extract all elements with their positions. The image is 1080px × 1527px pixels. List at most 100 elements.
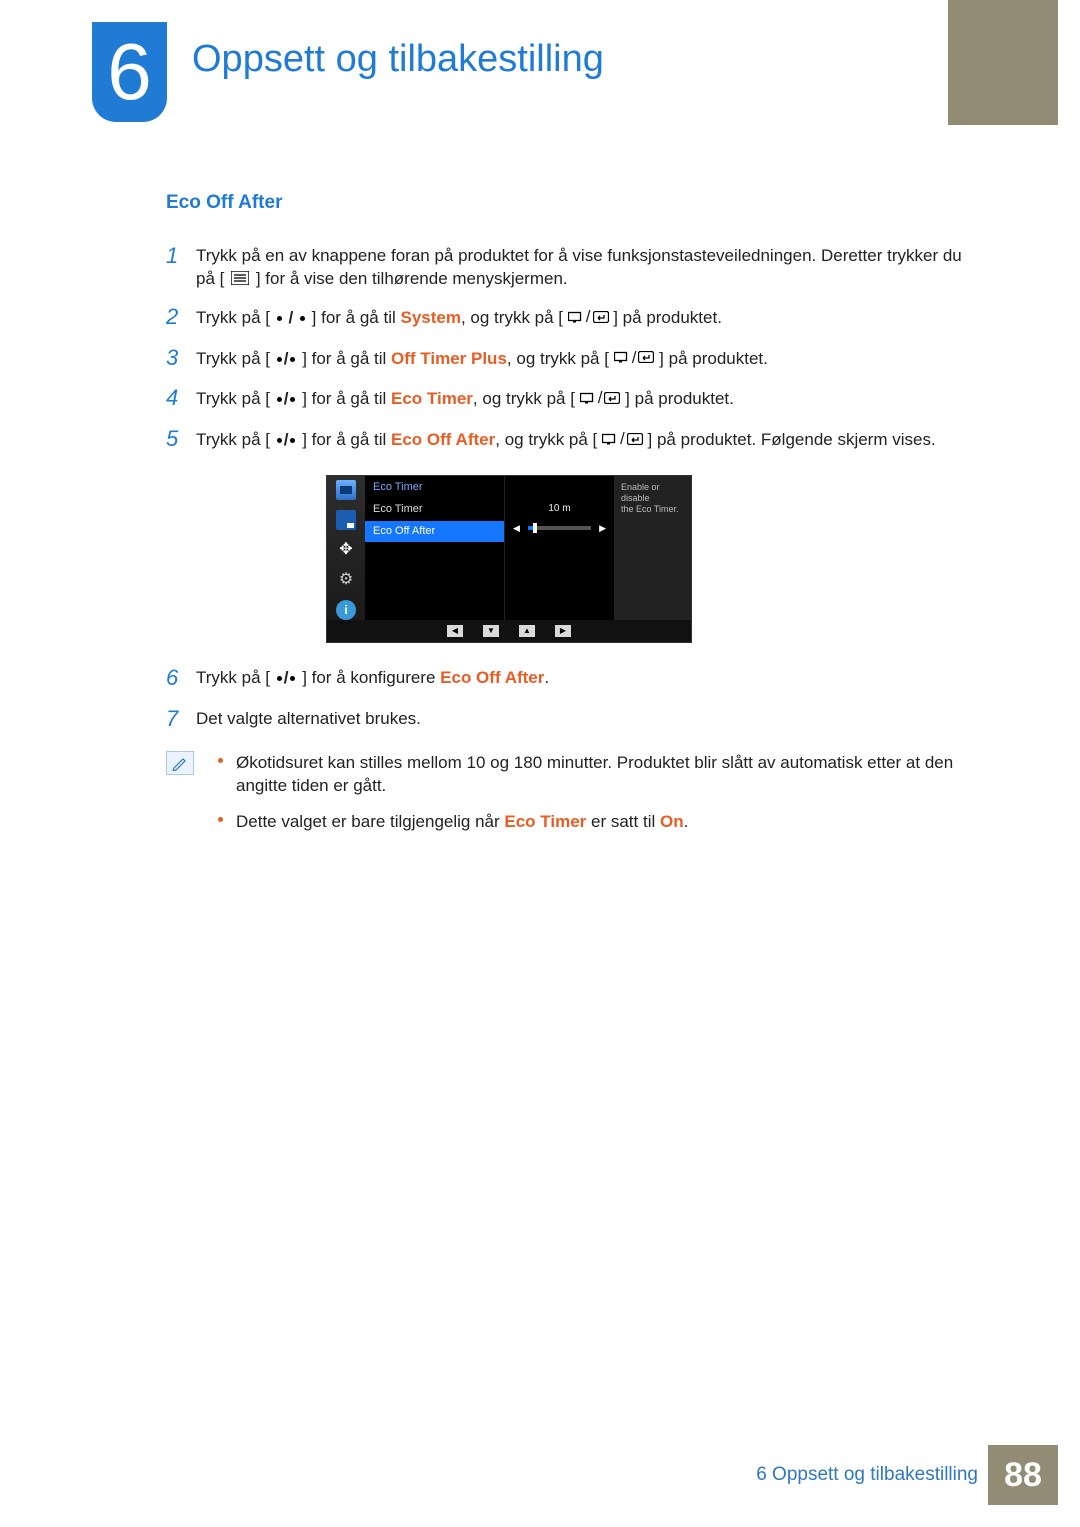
text-fragment: ] for å gå til: [312, 308, 401, 327]
step-1: 1 Trykk på en av knappene foran på produ…: [166, 241, 966, 292]
content-area: Eco Off After 1 Trykk på en av knappene …: [166, 190, 966, 846]
text-fragment: Dette valget er bare tilgjengelig når: [236, 812, 504, 831]
osd-info-icon: [336, 600, 356, 620]
text-fragment: Trykk på [: [196, 389, 275, 408]
highlight-term: System: [400, 308, 460, 327]
step-number: 3: [166, 343, 190, 374]
osd-value-column: 10 m ◀ ▶: [505, 476, 615, 620]
chapter-number: 6: [107, 26, 152, 118]
footer: 6 Oppsett og tilbakestilling 88: [756, 1445, 1058, 1505]
dot-icon: [300, 316, 305, 321]
highlight-term: Eco Off After: [391, 430, 495, 449]
osd-screenshot: Eco Timer Eco Timer Eco Off After 10 m ◀…: [326, 475, 966, 643]
dot-icon: [277, 316, 282, 321]
highlight-term: Eco Off After: [440, 668, 544, 687]
step-5: 5 Trykk på [ / ] for å gå til Eco Off Af…: [166, 424, 966, 455]
dot-icon: [277, 357, 282, 362]
step-text: Trykk på [ / ] for å gå til Eco Off Afte…: [196, 424, 966, 455]
text-fragment: er satt til: [586, 812, 660, 831]
step-text: Det valgte alternativet brukes.: [196, 704, 966, 735]
osd-nav-bar: ◀ ▼ ▲ ▶: [327, 620, 691, 642]
enter-source-icon: /: [614, 346, 655, 370]
step-text: Trykk på en av knappene foran på produkt…: [196, 241, 966, 292]
text-fragment: ] for å gå til: [302, 430, 391, 449]
enter-source-icon: /: [580, 386, 621, 410]
osd-sidebar: [327, 476, 365, 620]
text-fragment: ] for å gå til: [302, 348, 391, 367]
highlight-term: Eco Timer: [504, 812, 586, 831]
page: 6 Oppsett og tilbakestilling Eco Off Aft…: [0, 0, 1080, 1527]
osd-menu-column: Eco Timer Eco Timer Eco Off After: [365, 476, 505, 620]
text-fragment: ,: [473, 389, 482, 408]
text-fragment: Trykk på [: [196, 348, 275, 367]
text-fragment: Trykk på [: [196, 668, 275, 687]
osd-nav-right-icon: ▶: [555, 625, 571, 637]
osd-nav-down-icon: ▼: [483, 625, 499, 637]
step-4: 4 Trykk på [ / ] for å gå til Eco Timer,…: [166, 383, 966, 414]
dot-icon: [290, 397, 295, 402]
osd-breadcrumb: Eco Timer: [365, 476, 504, 499]
osd-slider: ◀ ▶: [511, 522, 608, 535]
text-fragment: og trykk på [: [470, 308, 563, 327]
highlight-term: Off Timer Plus: [391, 348, 507, 367]
osd-position-icon: [336, 540, 356, 560]
step-number: 4: [166, 383, 190, 414]
chapter-tab: 6: [92, 22, 167, 122]
step-2: 2 Trykk på [ / ] for å gå til System, og…: [166, 302, 966, 333]
osd-picture-icon: [336, 480, 356, 500]
dot-icon: [290, 438, 295, 443]
osd-right-arrow-icon: ▶: [597, 522, 608, 535]
text-fragment: ] på produktet.: [625, 389, 734, 408]
chapter-title: Oppsett og tilbakestilling: [192, 38, 604, 81]
steps-list-continued: 6 Trykk på [ / ] for å konfigurere Eco O…: [166, 663, 966, 735]
step-text: Trykk på [ / ] for å konfigurere Eco Off…: [196, 663, 966, 694]
osd-left-arrow-icon: ◀: [511, 522, 522, 535]
text-fragment: ,: [495, 430, 504, 449]
note-item: Dette valget er bare tilgjengelig når Ec…: [218, 810, 966, 834]
text-fragment: ] på produktet.: [659, 348, 768, 367]
osd-hint-line: the Eco Timer.: [621, 504, 685, 515]
step-text: Trykk på [ / ] for å gå til Off Timer Pl…: [196, 343, 966, 374]
step-number: 5: [166, 424, 190, 455]
osd-settings-icon: [336, 570, 356, 590]
text-fragment: ] på produktet. Følgende skjerm vises.: [648, 430, 936, 449]
dot-icon: [277, 676, 282, 681]
note-icon: [166, 751, 194, 775]
text-fragment: ] for å gå til: [302, 389, 391, 408]
text-fragment: Trykk på [: [196, 430, 275, 449]
dot-icon: [277, 397, 282, 402]
osd-nav-left-icon: ◀: [447, 625, 463, 637]
menu-icon: [231, 268, 249, 292]
section-heading: Eco Off After: [166, 190, 966, 217]
steps-list: 1 Trykk på en av knappene foran på produ…: [166, 241, 966, 455]
text-fragment: Trykk på [: [196, 308, 275, 327]
text-fragment: ,: [507, 348, 516, 367]
highlight-term: On: [660, 812, 684, 831]
osd-hint-column: Enable or disable the Eco Timer.: [615, 476, 691, 620]
osd-panel: Eco Timer Eco Timer Eco Off After 10 m ◀…: [326, 475, 692, 643]
dot-icon: [277, 438, 282, 443]
text-fragment: og trykk på [: [482, 389, 575, 408]
footer-label: 6 Oppsett og tilbakestilling: [756, 1464, 978, 1486]
step-number: 2: [166, 302, 190, 333]
step-6: 6 Trykk på [ / ] for å konfigurere Eco O…: [166, 663, 966, 694]
text-fragment: .: [544, 668, 549, 687]
highlight-term: Eco Timer: [391, 389, 473, 408]
text-fragment: og trykk på [: [516, 348, 609, 367]
text-fragment: ] på produktet.: [613, 308, 722, 327]
osd-nav-up-icon: ▲: [519, 625, 535, 637]
text-fragment: ,: [461, 308, 470, 327]
enter-source-icon: /: [602, 427, 643, 451]
dot-icon: [290, 357, 295, 362]
header-decor-block: [948, 0, 1058, 125]
step-3: 3 Trykk på [ / ] for å gå til Off Timer …: [166, 343, 966, 374]
step-text: Trykk på [ / ] for å gå til Eco Timer, o…: [196, 383, 966, 414]
step-number: 7: [166, 704, 190, 735]
step-number: 6: [166, 663, 190, 694]
enter-source-icon: /: [568, 305, 609, 329]
text-fragment: Økotidsuret kan stilles mellom 10 og 180…: [236, 753, 953, 796]
footer-page-number: 88: [988, 1445, 1058, 1505]
dot-icon: [290, 676, 295, 681]
text-fragment: ] for å vise den tilhørende menyskjermen…: [256, 269, 568, 288]
osd-display-icon: [336, 510, 356, 530]
